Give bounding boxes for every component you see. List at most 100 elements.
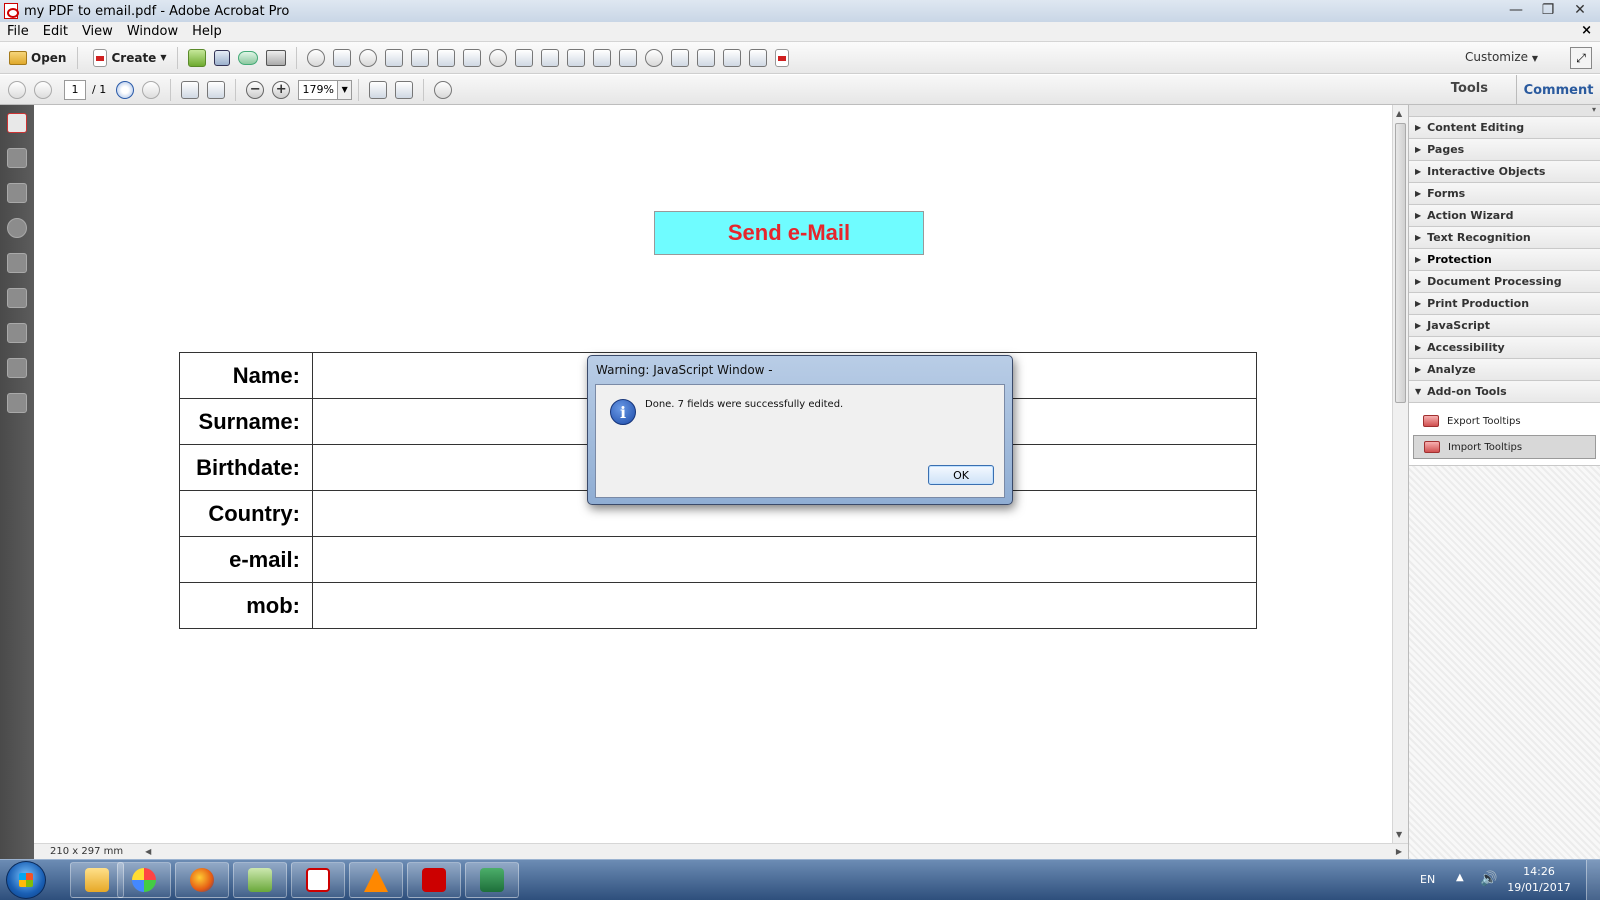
document-settings-icon[interactable] xyxy=(671,48,690,67)
full-screen-icon[interactable] xyxy=(395,80,414,99)
checkbox-icon[interactable] xyxy=(515,48,534,67)
customize-dropdown[interactable]: Customize ▼ xyxy=(1465,50,1538,64)
taskbar-explorer[interactable] xyxy=(70,862,124,898)
create-button[interactable]: Create ▼ xyxy=(84,46,171,70)
taskbar-vlc[interactable] xyxy=(349,862,403,898)
pdf-page-icon[interactable] xyxy=(7,113,27,133)
panel-javascript[interactable]: ▶ JavaScript xyxy=(1409,315,1600,337)
email-field[interactable] xyxy=(312,536,1257,583)
upload-icon[interactable] xyxy=(238,50,259,65)
highlight-icon[interactable] xyxy=(333,48,352,67)
gear-icon[interactable] xyxy=(307,48,326,67)
signature-field-icon[interactable] xyxy=(593,48,612,67)
send-email-button[interactable]: Send e-Mail xyxy=(654,211,924,255)
scroll-thumb[interactable] xyxy=(1395,123,1406,403)
show-hidden-icons-icon[interactable]: ▲ xyxy=(1456,872,1464,883)
scroll-right-icon[interactable]: ▶ xyxy=(1396,847,1402,856)
menu-edit[interactable]: Edit xyxy=(36,24,75,39)
taskbar-excel[interactable] xyxy=(465,862,519,898)
panel-text-recognition[interactable]: ▶ Text Recognition xyxy=(1409,227,1600,249)
panel-protection[interactable]: ▶ Protection xyxy=(1409,249,1600,271)
open-button[interactable]: Open xyxy=(0,46,71,70)
export-tooltips-item[interactable]: Export Tooltips xyxy=(1413,409,1596,433)
menu-window[interactable]: Window xyxy=(120,24,185,39)
back-icon[interactable] xyxy=(116,80,135,99)
tags-icon[interactable] xyxy=(7,393,27,413)
close-button[interactable]: ✕ xyxy=(1566,0,1594,20)
taskbar-acrobat-pro[interactable] xyxy=(407,862,461,898)
attach-icon[interactable] xyxy=(749,48,768,67)
text-field-icon[interactable] xyxy=(437,48,456,67)
menu-view[interactable]: View xyxy=(75,24,120,39)
start-button[interactable] xyxy=(6,861,46,899)
stamp-icon[interactable] xyxy=(385,48,404,67)
zoom-in-icon[interactable]: + xyxy=(272,80,291,99)
vertical-scrollbar[interactable]: ▲ ▼ xyxy=(1392,105,1408,843)
panel-document-processing[interactable]: ▶ Document Processing xyxy=(1409,271,1600,293)
menu-file[interactable]: File xyxy=(0,24,36,39)
chevron-down-icon[interactable]: ▼ xyxy=(338,79,353,100)
combine-files-icon[interactable] xyxy=(723,48,742,67)
restore-button[interactable]: ❐ xyxy=(1534,0,1562,20)
layers-icon[interactable] xyxy=(7,288,27,308)
menu-help[interactable]: Help xyxy=(185,24,229,39)
show-desktop-button[interactable] xyxy=(1586,860,1600,900)
panel-add-on-tools[interactable]: ▼ Add-on Tools xyxy=(1409,381,1600,403)
next-page-icon[interactable] xyxy=(34,80,52,99)
search-icon[interactable] xyxy=(434,80,453,99)
panel-action-wizard[interactable]: ▶ Action Wizard xyxy=(1409,205,1600,227)
select-tool-icon[interactable] xyxy=(181,80,200,99)
import-tooltips-item[interactable]: Import Tooltips xyxy=(1413,435,1596,459)
save-icon[interactable] xyxy=(214,49,231,66)
taskbar-paint[interactable] xyxy=(117,862,171,898)
ok-button[interactable]: OK xyxy=(928,465,994,485)
panel-print-production[interactable]: ▶ Print Production xyxy=(1409,293,1600,315)
panel-forms[interactable]: ▶ Forms xyxy=(1409,183,1600,205)
panel-pages[interactable]: ▶ Pages xyxy=(1409,139,1600,161)
panel-analyze[interactable]: ▶ Analyze xyxy=(1409,359,1600,381)
taskbar-firefox[interactable] xyxy=(175,862,229,898)
scroll-up-icon[interactable]: ▲ xyxy=(1396,109,1402,118)
comment-bubble-icon[interactable] xyxy=(359,48,378,67)
tools-tab[interactable]: Tools xyxy=(1451,81,1488,96)
user-icon[interactable] xyxy=(645,48,664,67)
page-thumbnails-icon[interactable] xyxy=(7,148,27,168)
panel-content-editing[interactable]: ▶ Content Editing xyxy=(1409,117,1600,139)
bookmark-icon[interactable] xyxy=(7,183,27,203)
taskbar-acrobat-reader[interactable] xyxy=(291,862,345,898)
print-icon[interactable] xyxy=(266,49,287,66)
volume-icon[interactable]: 🔊 xyxy=(1480,871,1497,887)
open-file-icon[interactable] xyxy=(188,48,207,67)
scroll-left-icon[interactable]: ◀ xyxy=(145,847,151,856)
forward-icon[interactable] xyxy=(142,80,161,99)
pane-options[interactable]: ▾ xyxy=(1409,105,1600,117)
page-number-input[interactable]: 1 xyxy=(64,79,86,100)
attachment-icon[interactable] xyxy=(7,253,27,273)
hand-tool-icon[interactable] xyxy=(207,80,226,99)
radio-button-icon[interactable] xyxy=(489,48,508,67)
zoom-level-input[interactable]: 179% xyxy=(298,79,339,100)
comment-tab[interactable]: Comment xyxy=(1516,75,1600,105)
document-gear-icon[interactable] xyxy=(697,48,716,67)
button-field-icon[interactable] xyxy=(463,48,482,67)
toolbox-icon[interactable] xyxy=(619,48,638,67)
signatures-icon[interactable] xyxy=(7,218,27,238)
mobile-field[interactable] xyxy=(312,582,1257,629)
pane-menu-icon[interactable]: ▾ xyxy=(1592,105,1596,114)
system-clock[interactable]: 14:26 19/01/2017 xyxy=(1504,864,1574,896)
list-box-icon[interactable] xyxy=(541,48,560,67)
fit-page-icon[interactable] xyxy=(369,80,388,99)
document-close-button[interactable]: × xyxy=(1581,23,1592,38)
panel-interactive-objects[interactable]: ▶ Interactive Objects xyxy=(1409,161,1600,183)
expand-icon[interactable]: ⤢ xyxy=(1570,47,1592,69)
panel-accessibility[interactable]: ▶ Accessibility xyxy=(1409,337,1600,359)
previous-page-icon[interactable] xyxy=(8,80,26,99)
scroll-down-icon[interactable]: ▼ xyxy=(1396,830,1402,839)
remove-icon[interactable] xyxy=(775,48,790,67)
minimize-button[interactable]: — xyxy=(1502,0,1530,20)
order-icon[interactable] xyxy=(7,358,27,378)
dropdown-field-icon[interactable] xyxy=(567,48,586,67)
taskbar-notepad[interactable] xyxy=(233,862,287,898)
zoom-out-icon[interactable]: − xyxy=(246,80,265,99)
content-edit-icon[interactable] xyxy=(7,323,27,343)
